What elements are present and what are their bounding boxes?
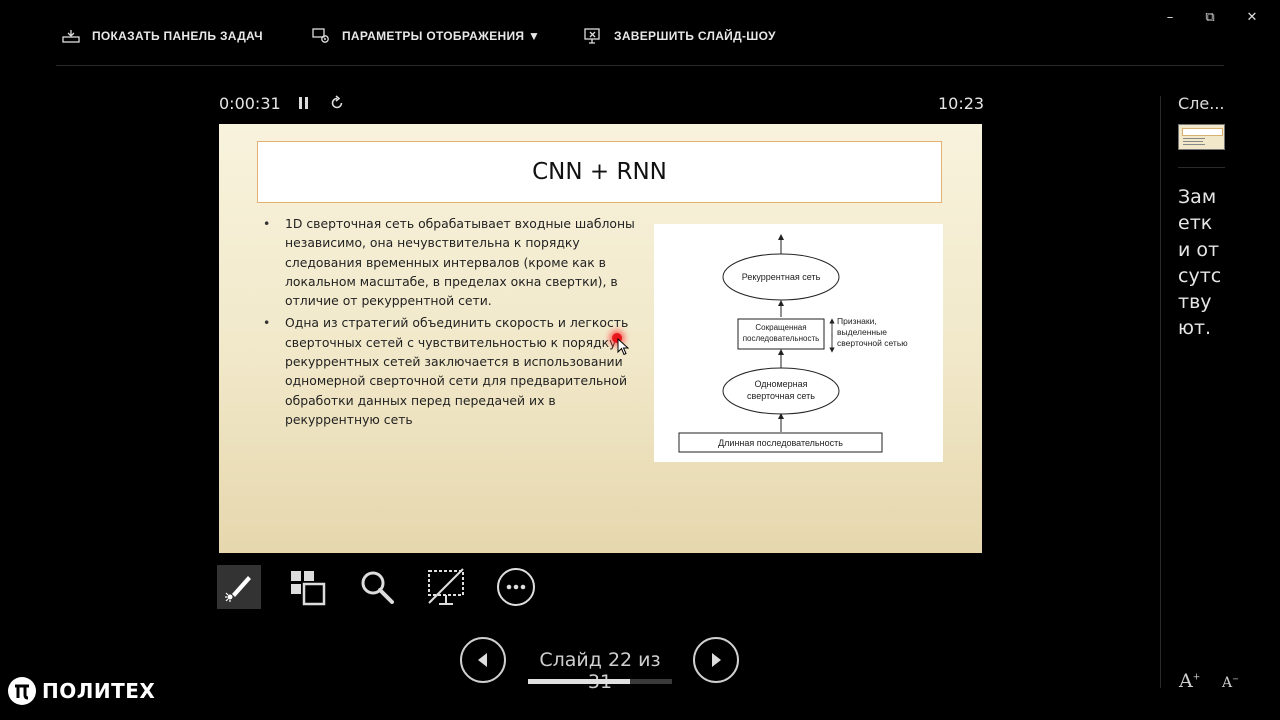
zoom-icon [361,571,394,604]
minimize-icon: – [1166,9,1174,25]
see-all-slides-button[interactable] [286,565,330,609]
display-settings-icon [310,27,332,45]
diagram-recurrent-net: Рекуррентная сеть [741,272,821,282]
diagram-features: Признаки, выделенные сверточной сетью [837,316,908,348]
restore-icon: ⧉ [1205,9,1215,25]
top-toolbar: ПОКАЗАТЬ ПАНЕЛЬ ЗАДАЧ ПАРАМЕТРЫ ОТОБРАЖЕ… [0,0,1280,66]
thumbnail-line [1183,144,1205,145]
polytech-logo: ПОЛИТЕХ [8,677,155,705]
black-screen-icon [428,568,464,605]
display-settings-button[interactable]: ПАРАМЕТРЫ ОТОБРАЖЕНИЯ ▼ [310,26,540,46]
diagram-conv1d: Одномерная сверточная сеть [747,379,815,401]
more-options-button[interactable] [494,565,538,609]
slide-title: CNN + RNN [532,159,667,185]
elapsed-timer: 0:00:31 [219,94,281,113]
display-settings-label: ПАРАМЕТРЫ ОТОБРАЖЕНИЯ ▼ [342,29,541,43]
decrease-font-icon: A− [1222,674,1239,691]
reset-timer-button[interactable] [328,94,346,112]
cnn-rnn-diagram: Рекуррентная сеть Сокращенная последоват… [654,224,943,462]
close-button[interactable]: ✕ [1239,8,1265,26]
end-slideshow-button[interactable]: ЗАВЕРШИТЬ СЛАЙД-ШОУ [582,26,776,46]
current-slide[interactable]: CNN + RNN 1D сверточная сеть обрабатывае… [219,124,982,553]
slide-progress-bar [528,679,672,684]
thumbnail-separator [1178,167,1225,168]
restore-button[interactable]: ⧉ [1197,8,1223,26]
next-icon [712,653,721,667]
toolbar-divider [56,65,1224,66]
show-taskbar-button[interactable]: ПОКАЗАТЬ ПАНЕЛЬ ЗАДАЧ [60,26,263,46]
previous-slide-button[interactable] [460,637,506,683]
taskbar-icon [60,27,82,45]
increase-font-button[interactable]: A+ [1179,670,1200,692]
black-screen-button[interactable] [424,565,468,609]
pen-laser-icon [225,576,251,602]
next-slide-button[interactable] [693,637,739,683]
next-slide-label: Сле... [1178,94,1225,113]
pause-icon [299,97,308,109]
pen-laser-button[interactable] [217,565,261,609]
thumbnail-title-bar [1182,128,1223,136]
polytech-logo-icon [8,677,36,705]
more-options-icon [497,568,535,606]
current-clock: 10:23 [938,94,985,113]
slide-counter[interactable]: Слайд 22 из 31 [528,649,672,693]
diagram-long-sequence: Длинная последовательность [718,438,843,448]
slide-progress-fill [528,679,631,684]
close-icon: ✕ [1246,9,1258,25]
end-slideshow-icon [582,27,604,45]
slide-bullet-list: 1D сверточная сеть обрабатывает входные … [259,214,649,432]
polytech-logo-text: ПОЛИТЕХ [42,679,156,703]
bullet-item: Одна из стратегий объединить скорость и … [259,313,649,429]
reset-timer-icon [331,95,343,109]
mouse-cursor-icon [617,338,629,356]
minimize-button[interactable]: – [1157,8,1183,26]
sidebar-divider [1160,96,1161,688]
increase-font-icon: A+ [1179,670,1201,692]
pause-timer-button[interactable] [295,94,313,112]
previous-icon [478,653,487,667]
bullet-item: 1D сверточная сеть обрабатывает входные … [259,214,649,310]
see-all-slides-icon [291,571,326,606]
show-taskbar-label: ПОКАЗАТЬ ПАНЕЛЬ ЗАДАЧ [92,29,263,43]
diagram-short-sequence: Сокращенная последовательность [742,323,820,343]
thumbnail-line [1183,141,1203,142]
next-slide-thumbnail[interactable] [1178,124,1225,150]
decrease-font-button[interactable]: A− [1222,674,1239,691]
end-slideshow-label: ЗАВЕРШИТЬ СЛАЙД-ШОУ [614,29,776,43]
zoom-button[interactable] [355,565,399,609]
slide-title-box: CNN + RNN [257,141,942,203]
thumbnail-line [1183,138,1205,139]
speaker-notes[interactable]: Заметки отсутствуют. [1178,184,1224,342]
